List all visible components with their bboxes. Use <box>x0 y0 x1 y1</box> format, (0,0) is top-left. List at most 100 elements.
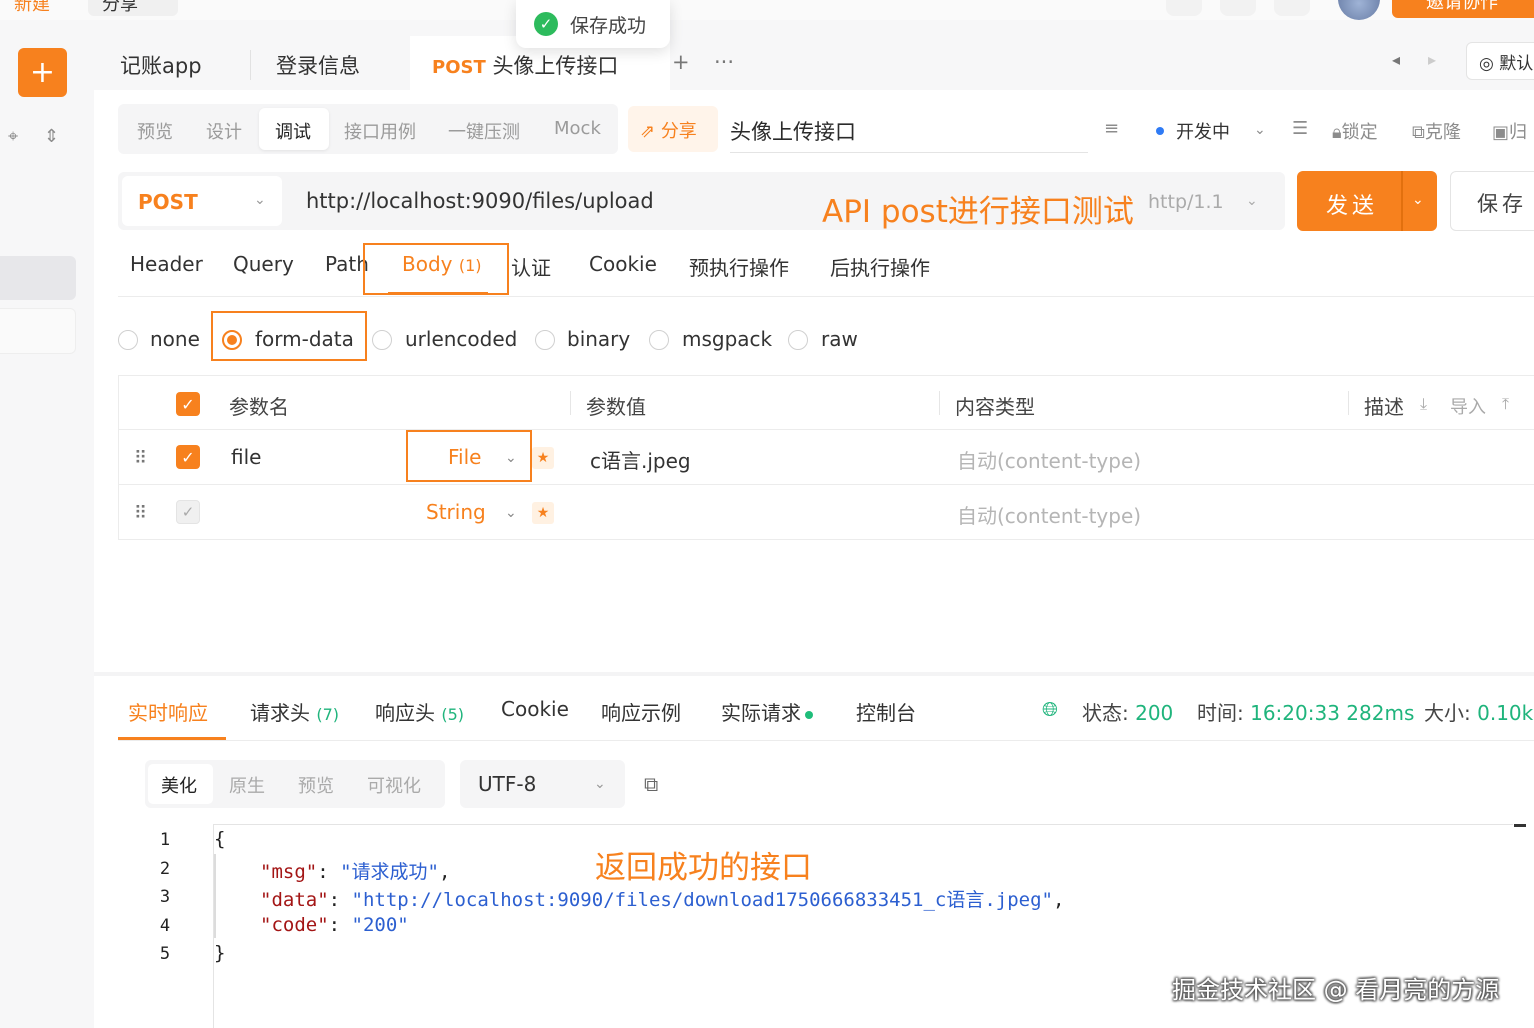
add-button[interactable]: + <box>18 48 67 97</box>
drag-handle-icon[interactable]: ⠿ <box>134 448 147 469</box>
copy-icon[interactable]: ⧉ <box>644 772 658 796</box>
content-type-input[interactable]: 自动(content-type) <box>957 500 1141 529</box>
top-share-button[interactable]: 分享 <box>88 0 178 16</box>
tab-cookie[interactable]: Cookie <box>589 252 657 276</box>
tab-response-headers[interactable]: 响应头 (5) <box>375 697 464 726</box>
subtab-cases[interactable]: 接口用例 <box>344 118 416 144</box>
globe-icon[interactable]: 🌐︎ <box>1042 697 1058 721</box>
param-value-input[interactable]: c语言.jpeg <box>590 445 691 474</box>
status-select[interactable]: 开发中 <box>1176 118 1230 144</box>
tab-console[interactable]: 控制台 <box>856 697 916 726</box>
archive-button[interactable]: ▣归 <box>1492 118 1527 144</box>
archive-icon: ▣ <box>1492 122 1510 143</box>
window-icon[interactable] <box>1274 0 1310 16</box>
select-all-checkbox[interactable]: ✓ <box>176 392 200 416</box>
tab-response-example[interactable]: 响应示例 <box>601 697 681 726</box>
import-button[interactable]: 导入 <box>1450 393 1486 419</box>
invite-button[interactable]: 邀请协作 <box>1392 0 1534 18</box>
param-name-input[interactable]: file <box>231 445 261 469</box>
tab-response-headers-count: (5) <box>441 705 465 724</box>
required-star-icon[interactable]: ★ <box>532 502 554 524</box>
radio-urlencoded[interactable] <box>372 330 392 350</box>
download-icon[interactable]: ⤓ <box>1420 394 1427 414</box>
subtab-stress-test[interactable]: 一键压测 <box>448 118 520 144</box>
radio-form-data-label[interactable]: form-data <box>255 327 354 351</box>
tab-next-icon[interactable]: ▸ <box>1428 50 1436 69</box>
expand-collapse-icon[interactable]: ⇕ <box>44 126 59 147</box>
panel-splitter[interactable] <box>94 672 1534 676</box>
clone-button[interactable]: ⧉克隆 <box>1412 118 1461 144</box>
radio-binary-label[interactable]: binary <box>567 327 630 351</box>
tab-avatar-upload[interactable]: POST 头像上传接口 <box>432 50 618 80</box>
format-visual[interactable]: 可视化 <box>367 772 421 798</box>
param-type-select[interactable]: File <box>448 445 481 469</box>
tab-login-info[interactable]: 登录信息 <box>276 50 360 80</box>
sidebar-item-selected[interactable] <box>0 256 76 300</box>
content-type-input[interactable]: 自动(content-type) <box>957 445 1141 474</box>
code-line: "msg": "请求成功", <box>260 857 450 884</box>
chevron-down-icon[interactable]: ⌄ <box>1254 122 1266 138</box>
tab-auth[interactable]: 认证 <box>511 252 551 281</box>
scrollbar[interactable] <box>1514 824 1526 827</box>
radio-none[interactable] <box>118 330 138 350</box>
save-button[interactable]: 保存 <box>1450 171 1534 231</box>
environment-select[interactable]: ◎ 默认 <box>1466 42 1534 80</box>
subtab-design[interactable]: 设计 <box>206 118 242 144</box>
drag-handle-icon[interactable]: ⠿ <box>134 503 147 524</box>
row-divider <box>118 484 1534 485</box>
share-label: 分享 <box>102 0 138 15</box>
tab-jizhang-app[interactable]: 记账app <box>120 50 202 80</box>
protocol-select[interactable]: http/1.1 <box>1148 191 1224 213</box>
chevron-down-icon: ⌄ <box>505 450 517 466</box>
subtab-debug[interactable]: 调试 <box>275 118 311 144</box>
radio-msgpack-label[interactable]: msgpack <box>682 327 772 351</box>
subtab-preview[interactable]: 预览 <box>137 118 173 144</box>
format-pretty[interactable]: 美化 <box>161 772 197 798</box>
new-button[interactable]: 新建 <box>14 0 50 16</box>
api-name-field[interactable]: 头像上传接口 <box>730 116 856 146</box>
share-button[interactable]: ⇗ 分享 <box>628 106 718 152</box>
tab-query[interactable]: Query <box>233 252 294 276</box>
outline-icon[interactable]: ☰ <box>1292 118 1308 139</box>
lock-button[interactable]: 🔒︎锁定 <box>1332 118 1378 144</box>
radio-raw-label[interactable]: raw <box>821 327 858 351</box>
tab-pre-script[interactable]: 预执行操作 <box>689 252 789 281</box>
tab-live-response[interactable]: 实时响应 <box>128 697 208 726</box>
radio-form-data[interactable] <box>222 330 242 350</box>
sidebar-item[interactable] <box>0 308 76 354</box>
row-checkbox[interactable]: ✓ <box>176 445 200 469</box>
row-checkbox[interactable]: ✓ <box>176 500 200 524</box>
tab-prev-icon[interactable]: ◂ <box>1392 50 1400 69</box>
radio-binary[interactable] <box>535 330 555 350</box>
method-label: POST <box>138 190 198 214</box>
radio-raw[interactable] <box>788 330 808 350</box>
upload-icon[interactable]: ⤒ <box>1502 394 1509 414</box>
refresh-icon[interactable] <box>1166 0 1202 16</box>
format-preview[interactable]: 预览 <box>298 772 334 798</box>
subtab-mock[interactable]: Mock <box>554 118 601 139</box>
radio-none-label[interactable]: none <box>150 327 200 351</box>
json-colon: : <box>317 861 341 883</box>
tab-request-headers[interactable]: 请求头 (7) <box>250 697 339 726</box>
tab-actual-request[interactable]: 实际请求 <box>721 697 813 726</box>
chevron-down-icon: ⌄ <box>254 192 266 208</box>
url-input[interactable]: http://localhost:9090/files/upload <box>306 189 654 213</box>
tab-header[interactable]: Header <box>130 252 203 276</box>
tab-response-cookie[interactable]: Cookie <box>501 697 569 721</box>
tab-request-headers-label: 请求头 <box>250 701 310 725</box>
notification-icon[interactable] <box>1220 0 1256 16</box>
locate-icon[interactable]: ⌖ <box>8 126 18 147</box>
tab-post-script[interactable]: 后执行操作 <box>830 252 930 281</box>
param-type-select[interactable]: String <box>426 500 486 524</box>
send-options-icon[interactable]: ⌄ <box>1412 192 1424 208</box>
send-label[interactable]: 发送 <box>1326 188 1378 220</box>
edit-icon[interactable]: ≡ <box>1104 118 1119 139</box>
radio-urlencoded-label[interactable]: urlencoded <box>405 327 517 351</box>
line-number: 3 <box>159 887 171 907</box>
required-star-icon[interactable]: ★ <box>532 447 554 469</box>
new-tab-icon[interactable]: + <box>672 50 690 74</box>
more-icon[interactable]: ··· <box>714 50 734 74</box>
format-raw[interactable]: 原生 <box>229 772 265 798</box>
radio-msgpack[interactable] <box>649 330 669 350</box>
api-name-underline <box>730 152 1088 153</box>
